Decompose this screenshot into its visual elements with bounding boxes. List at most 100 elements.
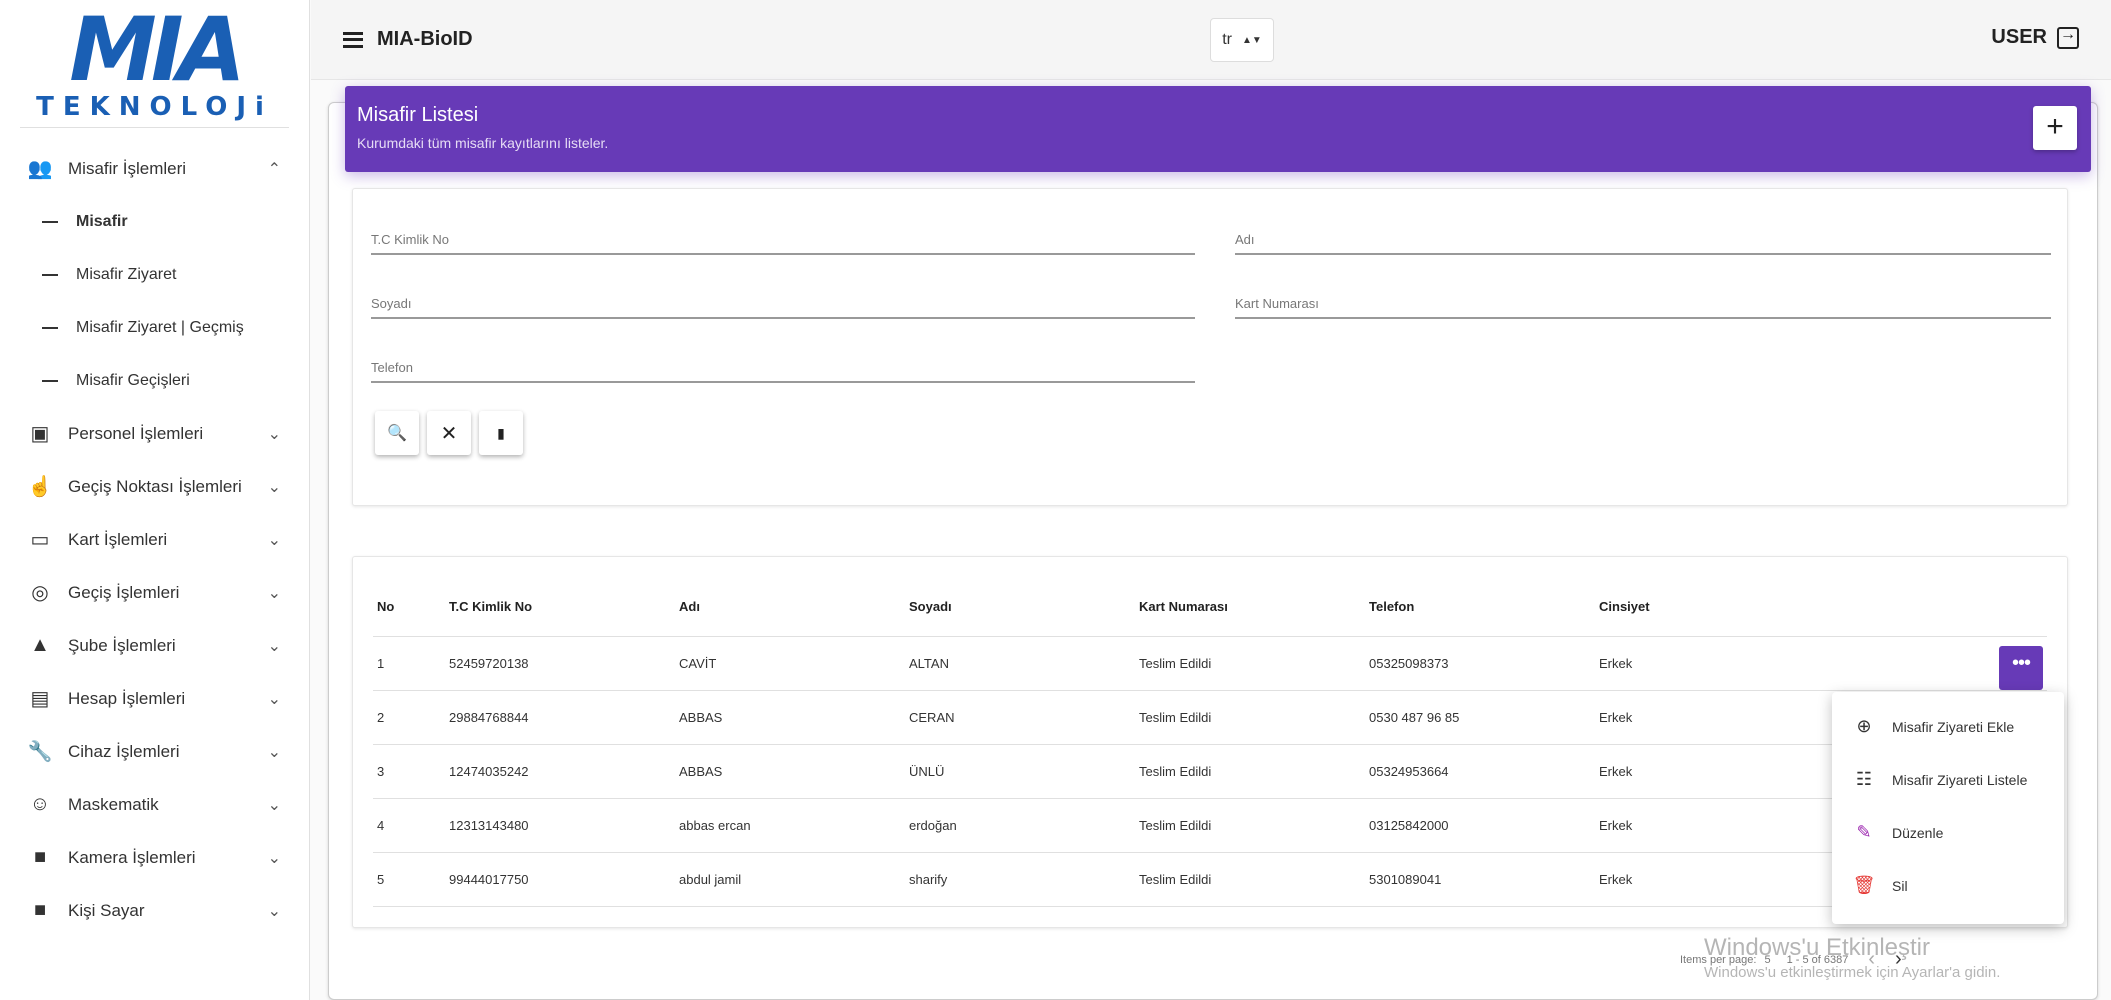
- chevron-down-icon[interactable]: ⌄: [268, 424, 281, 444]
- table-row[interactable]: 2 29884768844 ABBAS CERAN Teslim Edildi 0530 …: [373, 691, 2047, 745]
- table-row[interactable]: 5 99444017750 abdul jamil sharify Teslim Edi…: [373, 853, 2047, 907]
- sidebar-group-6[interactable]: ▤ Hesap İşlemleri ⌄: [0, 672, 309, 725]
- table-cell: 1: [377, 656, 385, 671]
- export-button[interactable]: ▮: [479, 411, 523, 455]
- edit-icon: ✎: [1856, 822, 1872, 842]
- menu-toggle-icon[interactable]: [343, 31, 363, 48]
- dash-icon: [42, 326, 58, 329]
- sidebar-subitem-1[interactable]: Misafir Ziyaret: [0, 248, 309, 301]
- tc-field[interactable]: [371, 215, 1195, 255]
- sidebar-group-5[interactable]: ▲ Şube İşlemleri ⌄: [0, 619, 309, 672]
- sidebar-subitem-label: Misafir Ziyaret: [76, 265, 177, 283]
- add-circle-icon: ⊕: [1856, 716, 1872, 736]
- name-input[interactable]: [1235, 215, 2051, 253]
- sidebar-group-2[interactable]: ☝ Geçiş Noktası İşlemleri ⌄: [0, 460, 309, 513]
- sidebar-subitem-2[interactable]: Misafir Ziyaret | Geçmiş: [0, 301, 309, 354]
- menu-item-2[interactable]: ✎ Düzenle: [1832, 806, 2064, 859]
- phone-input[interactable]: [371, 343, 1195, 381]
- dash-icon: [42, 220, 58, 223]
- sidebar-group-label: Geçiş Noktası İşlemleri: [68, 476, 242, 496]
- chevron-down-icon[interactable]: ⌄: [268, 530, 281, 550]
- menu-item-label: Misafir Ziyareti Listele: [1892, 771, 2028, 788]
- sidebar-group-label: Kamera İşlemleri: [68, 847, 196, 867]
- add-guest-button[interactable]: +: [2033, 106, 2077, 150]
- menu-item-1[interactable]: ☷ Misafir Ziyareti Listele: [1832, 753, 2064, 806]
- table-cell: sharify: [909, 872, 948, 887]
- column-header: Adı: [679, 599, 700, 614]
- surname-field[interactable]: [371, 279, 1195, 319]
- table-cell: 3: [377, 764, 385, 779]
- chevron-up-icon[interactable]: ⌃: [268, 159, 281, 179]
- clear-button[interactable]: ✕: [427, 411, 471, 455]
- page-header: Misafir Listesi Kurumdaki tüm misafir ka…: [345, 86, 2091, 172]
- table-header-row: No T.C Kimlik No Adı Soyadı Kart Numarası Tel…: [373, 577, 2047, 637]
- language-select[interactable]: tr ▲▼: [1210, 18, 1274, 62]
- table-cell: 03125842000: [1369, 818, 1449, 833]
- table-cell: 99444017750: [449, 872, 529, 887]
- table-cell: Teslim Edildi: [1139, 872, 1212, 887]
- table-cell: Teslim Edildi: [1139, 764, 1212, 779]
- logo-main-text: MIA: [69, 0, 245, 101]
- logout-icon[interactable]: [2057, 26, 2079, 49]
- sidebar-group-0[interactable]: 👥 Misafir İşlemleri ⌃: [0, 142, 309, 195]
- sidebar-group-label: Hesap İşlemleri: [68, 688, 186, 708]
- column-header: T.C Kimlik No: [449, 599, 533, 614]
- chevron-down-icon[interactable]: ⌄: [268, 742, 281, 762]
- prev-page-icon[interactable]: ‹: [1868, 948, 1875, 971]
- chevron-down-icon[interactable]: ⌄: [268, 689, 281, 709]
- close-icon: ✕: [440, 422, 458, 445]
- sidebar-group-4[interactable]: ◎ Geçiş İşlemleri ⌄: [0, 566, 309, 619]
- chevron-down-icon[interactable]: ⌄: [268, 901, 281, 921]
- sidebar-nav: 👥 Misafir İşlemleri ⌃ Misafir Misafir Ziyare…: [0, 128, 309, 937]
- table-cell: 4: [377, 818, 385, 833]
- menu-item-label: Düzenle: [1892, 824, 1944, 841]
- menu-item-0[interactable]: ⊕ Misafir Ziyareti Ekle: [1832, 700, 2064, 753]
- chevron-down-icon[interactable]: ⌄: [268, 583, 281, 603]
- chevron-down-icon[interactable]: ⌄: [268, 795, 281, 815]
- chevron-down-icon[interactable]: ⌄: [268, 477, 281, 497]
- sidebar-group-10[interactable]: ■ Kişi Sayar ⌄: [0, 884, 309, 937]
- touch-icon: ☝: [27, 476, 53, 498]
- card-number-field[interactable]: [1235, 279, 2051, 319]
- phone-field[interactable]: [371, 343, 1195, 383]
- sidebar-group-8[interactable]: ☺ Maskematik ⌄: [0, 778, 309, 831]
- sidebar-subitem-label: Misafir: [76, 212, 128, 230]
- menu-item-3[interactable]: 🗑 Sil: [1832, 859, 2064, 912]
- fingerprint-icon: ◎: [31, 582, 49, 604]
- row-actions-button[interactable]: •••: [1999, 646, 2043, 690]
- sidebar-subitem-label: Misafir Geçişleri: [76, 371, 190, 389]
- sidebar-subitem-0[interactable]: Misafir: [0, 195, 309, 248]
- list-icon: ☷: [1855, 769, 1873, 789]
- table-cell: Teslim Edildi: [1139, 818, 1212, 833]
- search-button[interactable]: 🔍: [375, 411, 419, 455]
- search-icon: 🔍: [387, 425, 407, 442]
- sidebar-subitem-3[interactable]: Misafir Geçişleri: [0, 354, 309, 407]
- table-cell: 29884768844: [449, 710, 529, 725]
- table-row[interactable]: 3 12474035242 ABBAS ÜNLÜ Teslim Edildi 053249…: [373, 745, 2047, 799]
- chevron-down-icon[interactable]: ⌄: [268, 848, 281, 868]
- paginator: Items per page: 5 1 - 5 of 6387 ‹ ›: [1680, 948, 1902, 971]
- sidebar-group-9[interactable]: ■ Kamera İşlemleri ⌄: [0, 831, 309, 884]
- sidebar-group-7[interactable]: 🔧 Cihaz İşlemleri ⌄: [0, 725, 309, 778]
- surname-input[interactable]: [371, 279, 1195, 317]
- table-cell: ÜNLÜ: [909, 764, 945, 779]
- user-menu[interactable]: USER: [1991, 26, 2079, 49]
- table-row[interactable]: 4 12313143480 abbas ercan erdoğan Teslim Edi…: [373, 799, 2047, 853]
- table-cell: 0530 487 96 85: [1369, 710, 1460, 725]
- next-page-icon[interactable]: ›: [1895, 948, 1902, 971]
- sidebar-group-1[interactable]: ▣ Personel İşlemleri ⌄: [0, 407, 309, 460]
- table-cell: 12474035242: [449, 764, 529, 779]
- table-row[interactable]: 1 52459720138 CAVİT ALTAN Teslim Edildi 05325…: [373, 637, 2047, 691]
- page-title: Misafir Listesi: [357, 104, 479, 126]
- account-box-icon: ▤: [30, 688, 50, 710]
- credit-card-icon: ▭: [30, 529, 50, 551]
- tc-input[interactable]: [371, 215, 1195, 253]
- card-number-input[interactable]: [1235, 279, 2051, 317]
- items-per-page-select[interactable]: 5: [1764, 954, 1770, 966]
- table-cell: 5301089041: [1369, 872, 1442, 887]
- name-field[interactable]: [1235, 215, 2051, 255]
- dash-icon: [42, 273, 58, 276]
- chevron-down-icon[interactable]: ⌄: [268, 636, 281, 656]
- items-per-page-label: Items per page:: [1680, 953, 1757, 966]
- sidebar-group-3[interactable]: ▭ Kart İşlemleri ⌄: [0, 513, 309, 566]
